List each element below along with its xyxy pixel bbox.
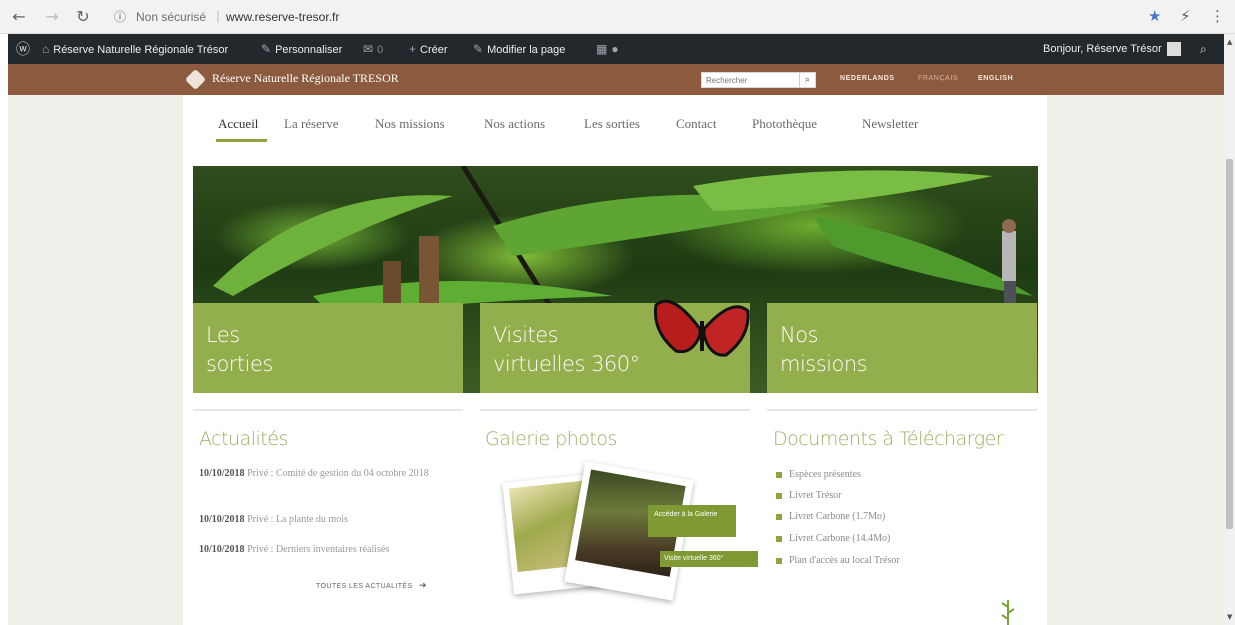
doc-item[interactable]: Livret Trésor	[776, 490, 842, 501]
address-bar[interactable]: ⓘ Non sécurisé | www.reserve-tresor.fr	[108, 5, 1118, 29]
home-icon: ⌂	[42, 42, 50, 56]
divider	[480, 409, 750, 411]
menu-icon[interactable]: ⋮	[1210, 7, 1225, 25]
chart-icon: ▦	[596, 42, 608, 56]
scrollbar-thumb[interactable]	[1226, 159, 1233, 529]
documents-title: Documents à Télécharger	[773, 428, 1004, 450]
nav-accueil[interactable]: Accueil	[218, 116, 258, 132]
virtual-visit-button[interactable]: Visite virtuelle 360°	[660, 551, 758, 567]
gallery-access-button[interactable]: Accéder à la Galerie	[648, 505, 736, 537]
tile-nos-missions-text: Nos missions	[780, 323, 868, 376]
lang-english[interactable]: ENGLISH	[978, 75, 1013, 82]
doc-item[interactable]: Livret Carbone (1.7Mo)	[776, 511, 885, 522]
wp-admin-bar: ⓦ ⌂ Réserve Naturelle Régionale Trésor ✎ P…	[8, 34, 1228, 64]
nav-nos-actions[interactable]: Nos actions	[484, 116, 545, 132]
search-input[interactable]	[702, 73, 796, 87]
nav-la-reserve[interactable]: La réserve	[284, 116, 339, 132]
dot-icon: ●	[611, 42, 619, 56]
all-news-link[interactable]: TOUTES LES ACTUALITÉS ➜	[316, 580, 427, 591]
scrollbar[interactable]: ▲ ▼	[1224, 34, 1235, 625]
tile-visites-virtuelles-text: Visites virtuelles 360°	[493, 323, 640, 376]
adminbar-stats[interactable]: ▦ ●	[596, 34, 623, 64]
adminbar-account[interactable]: Bonjour, Réserve Trésor	[1043, 34, 1181, 64]
pencil-icon: ✎	[473, 42, 484, 56]
news-title: Actualités	[199, 428, 288, 450]
search-icon[interactable]: ⌕	[799, 73, 815, 87]
adminbar-edit-page[interactable]: ✎ Modifier la page	[473, 34, 565, 64]
adminbar-site-name[interactable]: ⌂ Réserve Naturelle Régionale Trésor	[42, 34, 228, 64]
bullet-icon	[776, 535, 782, 542]
hero-banner: Les sorties Visites virtuelles 360° Nos …	[193, 166, 1038, 393]
plus-icon: +	[409, 42, 417, 56]
bullet-icon	[776, 492, 782, 499]
tile-les-sorties-text: Les sorties	[206, 323, 273, 376]
scroll-down-icon[interactable]: ▼	[1227, 613, 1232, 621]
doc-item[interactable]: Livret Carbone (14.4Mo)	[776, 533, 890, 544]
bullet-icon	[776, 471, 782, 478]
info-icon[interactable]: ⓘ	[114, 8, 126, 25]
header-search: ⌕	[701, 72, 816, 88]
news-item[interactable]: 10/10/2018 Privé : Derniers inventaires …	[199, 542, 437, 557]
tile-visites-virtuelles[interactable]: Visites virtuelles 360°	[480, 299, 750, 393]
extension-icon[interactable]: ⚡	[1180, 7, 1191, 25]
site-header: Réserve Naturelle Régionale TRESOR ⌕ NED…	[8, 64, 1228, 95]
adminbar-search-icon[interactable]: ⌕	[1200, 34, 1211, 64]
url-text[interactable]: www.reserve-tresor.fr	[226, 10, 339, 24]
adminbar-create[interactable]: + Créer	[409, 34, 448, 64]
butterfly-icon	[653, 299, 750, 357]
doc-item[interactable]: Plan d'accès au local Trésor	[776, 555, 900, 566]
comment-icon: ✉	[363, 42, 374, 56]
back-arrow-icon[interactable]: ←	[8, 6, 30, 28]
bullet-icon	[776, 557, 782, 564]
pencil-icon: ✎	[261, 42, 272, 56]
adminbar-comments[interactable]: ✉ 0	[363, 34, 383, 64]
scroll-up-icon[interactable]: ▲	[1227, 38, 1232, 46]
arrow-right-icon: ➜	[418, 580, 427, 590]
browser-toolbar: ← → ↻ ⓘ Non sécurisé | www.reserve-treso…	[0, 0, 1235, 34]
forward-arrow-icon[interactable]: →	[41, 6, 63, 28]
reload-icon[interactable]: ↻	[72, 6, 94, 28]
nav-active-indicator	[216, 139, 267, 142]
avatar	[1166, 42, 1181, 57]
nav-contact[interactable]: Contact	[676, 116, 716, 132]
fern-sprout-icon	[1001, 600, 1015, 625]
lang-francais[interactable]: FRANÇAIS	[918, 75, 958, 82]
bullet-icon	[776, 513, 782, 520]
divider	[193, 409, 463, 411]
tile-les-sorties[interactable]: Les sorties	[193, 303, 463, 393]
lang-nederlands[interactable]: NEDERLANDS	[840, 75, 895, 82]
news-item[interactable]: 10/10/2018 Privé : Comité de gestion du …	[199, 466, 437, 481]
news-item[interactable]: 10/10/2018 Privé : La plante du mois	[199, 512, 437, 527]
divider	[767, 409, 1037, 411]
site-title[interactable]: Réserve Naturelle Régionale TRESOR	[212, 71, 399, 86]
nav-nos-missions[interactable]: Nos missions	[375, 116, 445, 132]
gallery-title: Galerie photos	[485, 428, 617, 450]
adminbar-customize[interactable]: ✎ Personnaliser	[261, 34, 342, 64]
nav-les-sorties[interactable]: Les sorties	[584, 116, 640, 132]
tile-nos-missions[interactable]: Nos missions	[767, 303, 1037, 393]
nav-phototheque[interactable]: Photothèque	[752, 116, 817, 132]
url-separator: |	[216, 9, 221, 23]
logo-icon	[184, 68, 207, 91]
star-icon[interactable]: ★	[1148, 7, 1161, 25]
wordpress-logo-icon[interactable]: ⓦ	[16, 34, 34, 64]
doc-item[interactable]: Espèces présentes	[776, 469, 861, 480]
security-label: Non sécurisé	[136, 10, 207, 24]
nav-newsletter[interactable]: Newsletter	[862, 116, 918, 132]
